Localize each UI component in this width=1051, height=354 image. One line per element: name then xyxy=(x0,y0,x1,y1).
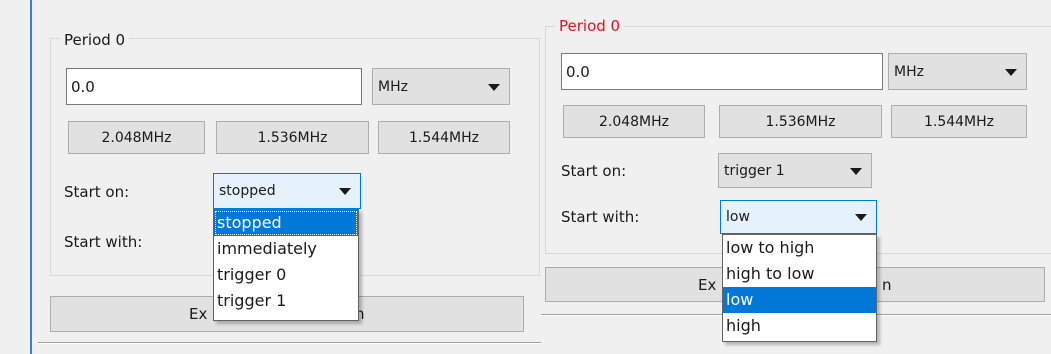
action-button-label-start: Ex xyxy=(189,305,208,323)
start-on-option-immediately[interactable]: immediately xyxy=(214,236,358,262)
chevron-down-icon xyxy=(1005,68,1017,76)
chevron-down-icon xyxy=(855,214,867,221)
start-with-option-low[interactable]: low xyxy=(723,287,876,313)
start-with-option-high-to-low[interactable]: high to low xyxy=(723,261,876,287)
action-button-label-end: n xyxy=(882,275,892,294)
start-with-label: Start with: xyxy=(561,208,640,226)
unit-select[interactable]: MHz xyxy=(888,53,1027,90)
preset-1536-button[interactable]: 1.536MHz xyxy=(216,121,369,154)
settings-panel-right: Period 0 0.0 MHz 2.048MHz 1.536MHz 1.544… xyxy=(541,0,1051,354)
start-with-dropdown-list: low to high high to low low high xyxy=(722,234,877,342)
preset-1536-button[interactable]: 1.536MHz xyxy=(719,105,882,138)
start-with-select[interactable]: low xyxy=(720,200,877,234)
start-with-label: Start with: xyxy=(64,233,143,251)
start-on-select-value: trigger 1 xyxy=(724,162,785,179)
start-on-select-value: stopped xyxy=(219,183,276,199)
window-edge-line xyxy=(30,0,32,354)
preset-1544-button[interactable]: 1.544MHz xyxy=(378,121,510,154)
start-on-option-trigger-1[interactable]: trigger 1 xyxy=(214,288,358,314)
frequency-input[interactable]: 0.0 xyxy=(561,53,883,90)
start-with-option-low-to-high[interactable]: low to high xyxy=(723,235,876,261)
chevron-down-icon xyxy=(488,83,500,91)
start-with-option-high[interactable]: high xyxy=(723,313,876,339)
preset-2048-button[interactable]: 2.048MHz xyxy=(563,105,705,138)
start-on-select[interactable]: stopped xyxy=(213,173,361,209)
separator-highlight xyxy=(38,343,541,344)
action-button-label-start: Ex xyxy=(698,275,717,294)
start-on-label: Start on: xyxy=(64,183,130,201)
start-on-dropdown-list: stopped immediately trigger 0 trigger 1 xyxy=(213,209,359,321)
preset-1544-button[interactable]: 1.544MHz xyxy=(891,105,1027,138)
period-group-title: Period 0 xyxy=(555,17,625,35)
start-on-option-stopped[interactable]: stopped xyxy=(214,210,358,236)
unit-select-value: MHz xyxy=(894,63,924,80)
start-on-option-trigger-0[interactable]: trigger 0 xyxy=(214,262,358,288)
chevron-down-icon xyxy=(339,188,351,195)
unit-select-value: MHz xyxy=(378,78,408,95)
start-with-select-value: low xyxy=(726,209,750,225)
period-group-title: Period 0 xyxy=(60,31,130,49)
start-on-select[interactable]: trigger 1 xyxy=(718,153,872,188)
preset-2048-button[interactable]: 2.048MHz xyxy=(68,121,205,154)
chevron-down-icon xyxy=(850,167,862,175)
unit-select[interactable]: MHz xyxy=(372,68,510,105)
settings-panel-left: Period 0 0.0 MHz 2.048MHz 1.536MHz 1.544… xyxy=(0,0,541,354)
frequency-input[interactable]: 0.0 xyxy=(66,68,362,105)
start-on-label: Start on: xyxy=(561,162,627,180)
